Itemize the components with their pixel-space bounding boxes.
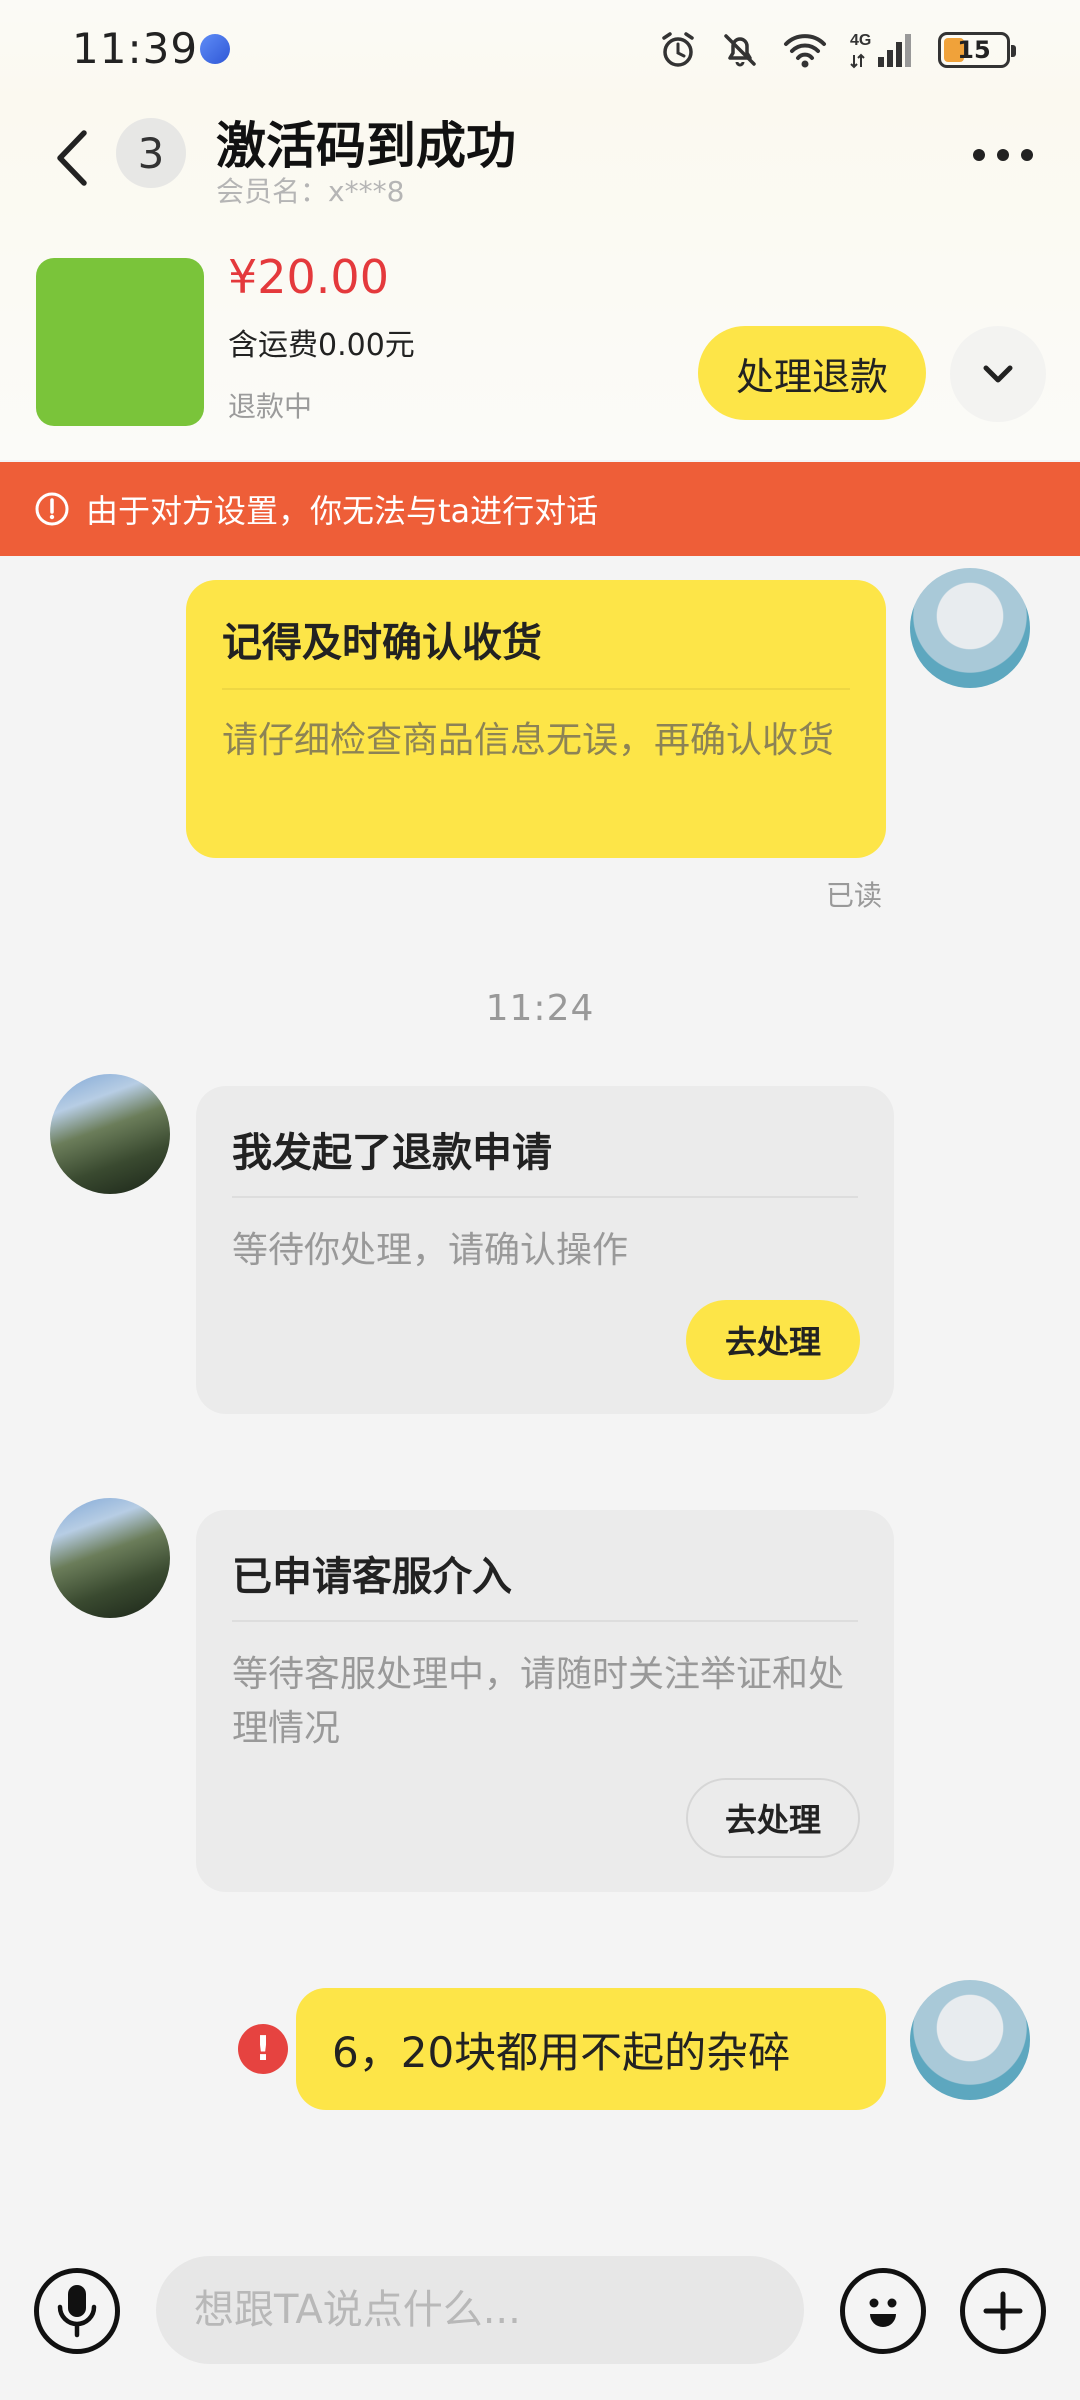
more-options-icon[interactable] [970,135,1036,175]
card-text: 等待你处理，请确认操作 [232,1230,629,1271]
order-price: ¥20.00 [228,250,389,304]
my-avatar[interactable] [910,568,1030,688]
mute-icon [724,34,756,67]
order-status: 退款中 [228,390,313,423]
text-message-bubble[interactable]: 6，20块都用不起的杂碎 [296,1988,886,2110]
process-refund-button[interactable]: 处理退款 [698,326,926,420]
plus-icon [983,2291,1023,2331]
banner-text: 由于对方设置，你无法与ta进行对话 [86,492,599,530]
product-thumbnail[interactable] [36,258,204,426]
signal-4g-icon: 4G [850,32,911,69]
status-icons: 4G 15 [658,26,1016,74]
seller-avatar[interactable] [50,1498,170,1618]
message-input[interactable] [156,2256,804,2364]
go-handle-service-button[interactable]: 去处理 [686,1778,860,1858]
emoji-icon [869,2298,897,2327]
card-divider [232,1196,858,1198]
go-handle-refund-button[interactable]: 去处理 [686,1300,860,1380]
refund-request-card[interactable]: 我发起了退款申请 等待你处理，请确认操作 去处理 [196,1086,894,1414]
status-bar: 11:39 4G 15 [0,0,1080,100]
voice-button[interactable] [34,2268,120,2354]
card-divider [222,688,850,690]
my-avatar[interactable] [910,1980,1030,2100]
unread-count-badge[interactable]: 3 [116,118,186,188]
confirm-receipt-card[interactable]: 记得及时确认收货 请仔细检查商品信息无误，再确认收货 [186,580,886,858]
emoji-button[interactable] [840,2268,926,2354]
time-separator: 11:24 [485,988,595,1029]
shipping-fee: 含运费0.00元 [228,328,415,363]
service-intervention-card[interactable]: 已申请客服介入 等待客服处理中，请随时关注举证和处理情况 去处理 [196,1510,894,1892]
battery-level: 15 [957,36,991,64]
send-failed-icon[interactable]: ! [238,2024,288,2074]
wifi-icon [784,34,826,68]
more-functions-button[interactable] [960,2268,1046,2354]
card-title: 记得及时确认收货 [222,620,542,666]
card-title: 我发起了退款申请 [232,1130,552,1176]
microphone-icon [57,2285,97,2338]
member-name: 会员名：x***8 [216,175,405,208]
message-text: 6，20块都用不起的杂碎 [332,2027,791,2077]
warning-icon [35,492,69,526]
back-arrow-icon[interactable] [48,125,98,191]
battery-icon: 15 [938,32,1016,68]
expand-order-button[interactable] [950,326,1046,422]
svg-text:4G: 4G [850,32,871,49]
status-time: 11:39 [72,24,199,73]
seller-avatar[interactable] [50,1074,170,1194]
card-text: 等待客服处理中，请随时关注举证和处理情况 [232,1654,845,1749]
card-text: 请仔细检查商品信息无误，再确认收货 [222,720,835,761]
restriction-banner: 由于对方设置，你无法与ta进行对话 [0,462,1080,556]
card-title: 已申请客服介入 [232,1554,512,1600]
card-divider [232,1620,858,1622]
alarm-icon [662,32,694,67]
read-receipt: 已读 [826,879,883,912]
chevron-down-icon [983,365,1013,383]
app-notification-icon [200,34,230,64]
chat-title: 激活码到成功 [216,117,516,175]
